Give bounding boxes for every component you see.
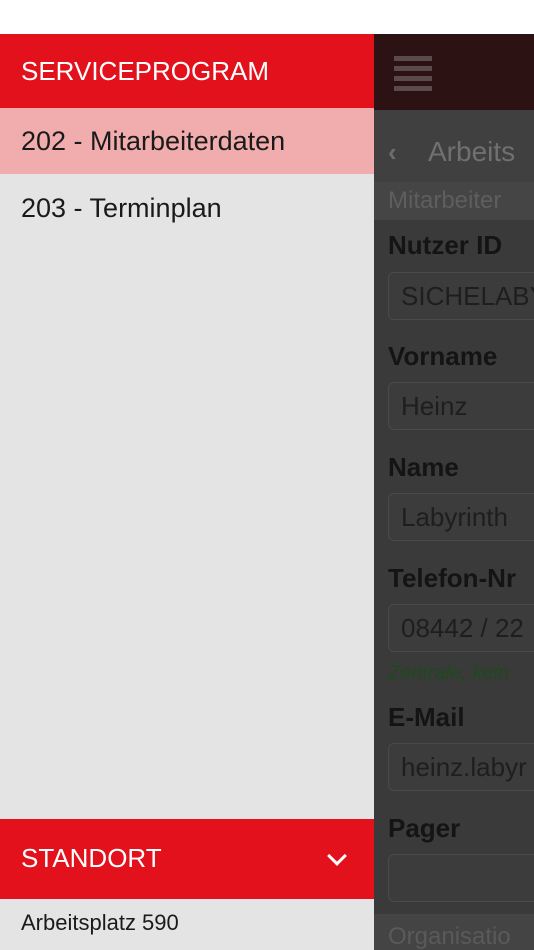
section-header-organisation: Organisatio	[374, 914, 534, 950]
back-chevron-icon[interactable]: ‹	[388, 137, 397, 168]
drawer-header: SERVICEPROGRAM	[0, 34, 374, 108]
status-bar	[0, 0, 534, 34]
label-name: Name	[388, 452, 459, 482]
label-email: E-Mail	[388, 702, 465, 732]
nutzer-id-field[interactable]: SICHELABY	[388, 272, 534, 320]
navigation-drawer: SERVICEPROGRAM 202 - Mitarbeiterdaten 20…	[0, 34, 374, 950]
standort-label: STANDORT	[21, 843, 162, 873]
label-telefon: Telefon-Nr	[388, 563, 517, 593]
menu-item-terminplan[interactable]: 203 - Terminplan	[0, 175, 374, 241]
name-field[interactable]: Labyrinth	[388, 493, 534, 541]
page-title: Arbeits	[428, 136, 516, 167]
vorname-field[interactable]: Heinz	[388, 382, 534, 430]
menu-item-mitarbeiterdaten[interactable]: 202 - Mitarbeiterdaten	[0, 108, 374, 174]
telefon-field[interactable]: 08442 / 22	[388, 604, 534, 652]
label-vorname: Vorname	[388, 341, 498, 371]
telefon-hint: Zentrale, kein	[388, 662, 510, 684]
hamburger-menu-icon[interactable]	[394, 56, 432, 92]
location-value: Arbeitsplatz 590	[0, 899, 374, 950]
section-header-mitarbeiter: Mitarbeiter	[374, 182, 534, 220]
label-nutzer-id: Nutzer ID	[388, 230, 503, 260]
chevron-down-icon	[327, 846, 347, 866]
email-field[interactable]: heinz.labyr	[388, 743, 534, 791]
background-screen[interactable]: ‹ Arbeits Mitarbeiter Nutzer ID SICHELAB…	[374, 34, 534, 950]
app-header	[374, 34, 534, 110]
pager-field[interactable]	[388, 854, 534, 902]
label-pager: Pager	[388, 813, 461, 843]
standort-dropdown[interactable]: STANDORT	[0, 819, 374, 899]
